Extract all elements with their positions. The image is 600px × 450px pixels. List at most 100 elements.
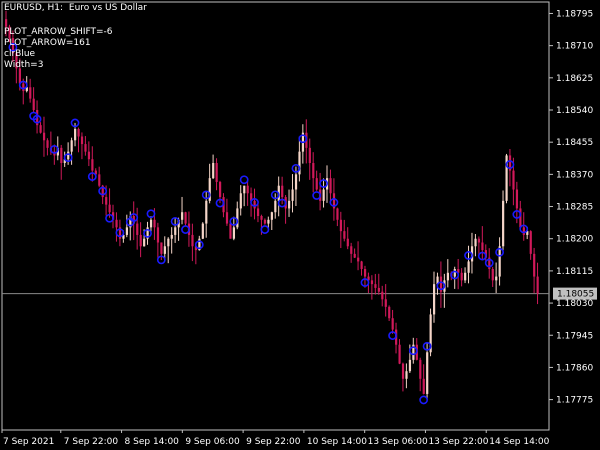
arrow-marker bbox=[419, 395, 429, 405]
arrow-marker bbox=[260, 225, 270, 234]
candle-body bbox=[136, 223, 139, 235]
candle-body bbox=[433, 284, 436, 315]
candle-body bbox=[87, 151, 91, 160]
candle-body bbox=[474, 238, 477, 247]
candle-body bbox=[336, 208, 339, 220]
candle-body bbox=[163, 246, 166, 254]
candle-body bbox=[239, 193, 242, 209]
candle-body bbox=[67, 151, 70, 160]
candle-body bbox=[460, 272, 463, 281]
price-tick-label: 1.18285 bbox=[556, 203, 593, 213]
candle-body bbox=[464, 272, 467, 281]
current-price-text: 1.18055 bbox=[557, 290, 594, 300]
candle-body bbox=[346, 238, 349, 247]
candle-body bbox=[498, 246, 501, 277]
candle-body bbox=[329, 178, 332, 194]
time-tick-label: 7 Sep 22:00 bbox=[64, 437, 119, 447]
time-tick-label: 14 Sep 14:00 bbox=[489, 437, 549, 447]
current-price-label: 1.18055 bbox=[553, 287, 597, 300]
price-tick-label: 1.17945 bbox=[556, 331, 593, 341]
info-line: PLOT_ARROW_SHIFT=-6 bbox=[4, 27, 113, 37]
candle-body bbox=[184, 212, 187, 224]
candle-body bbox=[267, 219, 270, 224]
candle-body bbox=[70, 140, 73, 152]
candle-body bbox=[229, 223, 232, 239]
candle-body bbox=[288, 200, 291, 209]
info-line: PLOT_ARROW=161 bbox=[4, 38, 91, 48]
price-tick-label: 1.18200 bbox=[556, 235, 593, 245]
price-axis[interactable]: 1.18795 1.18710 1.18625 1.18540 1.18455 1.183… bbox=[549, 9, 593, 406]
candle-body bbox=[374, 284, 377, 288]
price-tick-label: 1.18710 bbox=[556, 42, 593, 52]
time-tick-label: 13 Sep 22:00 bbox=[428, 437, 488, 447]
candle-body bbox=[270, 212, 273, 220]
candle-body bbox=[143, 238, 146, 247]
price-tick-label: 1.18625 bbox=[556, 74, 593, 84]
candle-body bbox=[139, 234, 142, 247]
candle-body bbox=[5, 19, 8, 27]
candle-body bbox=[477, 238, 481, 243]
candle-body bbox=[536, 276, 539, 294]
candle-body bbox=[339, 219, 343, 232]
candle-body bbox=[232, 227, 236, 239]
candle-body bbox=[312, 163, 315, 179]
candle-body bbox=[363, 269, 367, 277]
candle-body bbox=[246, 185, 249, 194]
candle-body bbox=[343, 231, 346, 239]
candle-body bbox=[291, 189, 294, 201]
candle-body bbox=[42, 132, 46, 141]
candle-body bbox=[84, 144, 87, 152]
candle-body bbox=[405, 371, 408, 379]
candle-body bbox=[108, 204, 111, 213]
time-tick-label: 8 Sep 14:00 bbox=[125, 437, 180, 447]
candle-body bbox=[350, 246, 353, 254]
time-axis[interactable]: 7 Sep 2021 7 Sep 22:00 8 Sep 14:00 9 Sep 06… bbox=[1, 430, 550, 447]
candle-body bbox=[215, 163, 218, 182]
chart-title: EURUSD, H1: Euro vs US Dollar bbox=[4, 3, 147, 14]
candle-body bbox=[274, 200, 277, 213]
candle-body bbox=[381, 291, 384, 300]
price-tick-label: 1.17775 bbox=[556, 396, 593, 406]
price-tick-label: 1.18455 bbox=[556, 138, 593, 148]
candle-body bbox=[225, 212, 229, 224]
candle-body bbox=[495, 276, 498, 281]
candle-body bbox=[77, 128, 80, 137]
candle-body bbox=[160, 242, 163, 254]
candle-body bbox=[153, 219, 156, 228]
candle-body bbox=[360, 261, 363, 269]
candle-body bbox=[125, 227, 129, 235]
candle-body bbox=[260, 216, 263, 220]
time-tick-label: 13 Sep 06:00 bbox=[368, 437, 428, 447]
arrow-marker bbox=[239, 175, 249, 185]
candle-body bbox=[253, 200, 256, 209]
candle-body bbox=[491, 269, 494, 281]
candle-body bbox=[201, 223, 204, 239]
candle-body bbox=[370, 280, 374, 285]
candle-body bbox=[422, 378, 425, 394]
candle-body bbox=[512, 170, 515, 190]
candle-body bbox=[98, 174, 101, 186]
candle-body bbox=[391, 318, 394, 330]
candle-body bbox=[60, 147, 63, 163]
candle-body bbox=[167, 238, 170, 247]
candle-body bbox=[481, 242, 484, 251]
info-line: clrBlue bbox=[4, 49, 36, 59]
candle-body bbox=[315, 178, 318, 190]
candle-body bbox=[39, 125, 42, 133]
time-tick-label: 7 Sep 2021 bbox=[3, 437, 54, 447]
candle-body bbox=[533, 253, 536, 277]
candle-body bbox=[156, 227, 160, 243]
candle-body bbox=[529, 231, 532, 254]
candle-body bbox=[384, 299, 387, 307]
info-line: Width=3 bbox=[4, 60, 44, 70]
candle-body bbox=[357, 257, 360, 262]
candle-body bbox=[294, 174, 298, 190]
candle-body bbox=[205, 200, 208, 224]
price-tick-label: 1.18370 bbox=[556, 170, 593, 180]
candle-body bbox=[32, 98, 35, 110]
candle-body bbox=[80, 136, 84, 145]
candle-body bbox=[398, 344, 401, 364]
candle-body bbox=[149, 219, 153, 228]
candle-body bbox=[353, 253, 356, 258]
candle-body bbox=[256, 208, 260, 216]
